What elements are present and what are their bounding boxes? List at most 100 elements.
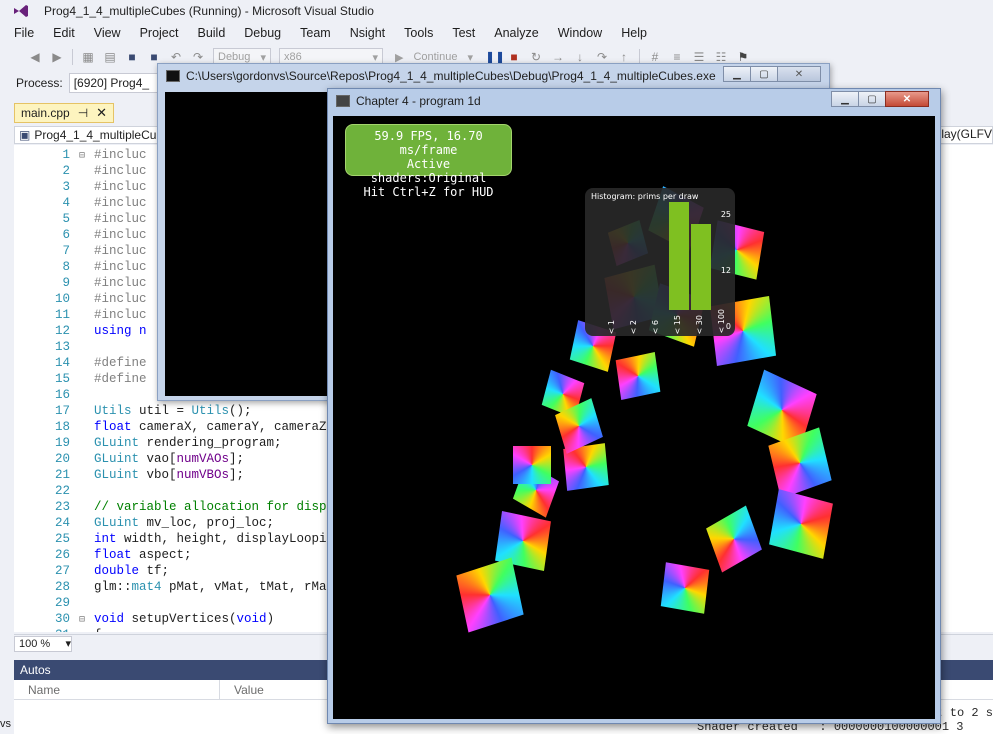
- code-token: #incluc: [94, 180, 147, 194]
- code-token: Utils: [191, 404, 230, 418]
- menu-analyze[interactable]: Analyze: [494, 26, 538, 40]
- zoom-value: 100 %: [19, 637, 51, 650]
- line-number: 4: [62, 196, 70, 210]
- break-all-icon[interactable]: ❚❚: [485, 50, 505, 64]
- step-into-icon[interactable]: ↓: [573, 50, 587, 64]
- line-number: 13: [54, 340, 70, 354]
- code-token: width, height, displayLoopi: [116, 532, 327, 546]
- gl-render-canvas[interactable]: 59.9 FPS, 16.70 ms/frame Active shaders:…: [333, 116, 935, 719]
- line-number: 11: [54, 308, 70, 322]
- process-select[interactable]: [6920] Prog4_: [68, 73, 159, 93]
- zoom-select[interactable]: 100 % ▾: [14, 635, 72, 652]
- code-token: #incluc: [94, 308, 147, 322]
- bookmark-icon[interactable]: ⚑: [736, 50, 750, 64]
- save-all-icon[interactable]: ■: [147, 50, 161, 64]
- line-number: 28: [54, 580, 70, 594]
- step-out-icon[interactable]: ↑: [617, 50, 631, 64]
- code-token: float: [94, 548, 132, 562]
- close-icon[interactable]: ✕: [885, 91, 929, 107]
- left-edge-text: vs: [0, 718, 11, 730]
- rendered-cube: [513, 446, 551, 484]
- chevron-down-icon: ▾: [260, 51, 266, 64]
- code-token: float: [94, 420, 132, 434]
- menu-build[interactable]: Build: [197, 26, 225, 40]
- menu-file[interactable]: File: [14, 26, 34, 40]
- solution-config-value: Debug: [218, 51, 251, 63]
- code-token: double: [94, 564, 140, 578]
- open-file-icon[interactable]: ▤: [103, 50, 117, 64]
- code-token: #incluc: [94, 292, 147, 306]
- cpp-project-icon: ▣: [19, 128, 31, 142]
- minimize-icon[interactable]: ▁: [831, 91, 859, 107]
- hud-hint: Hit Ctrl+Z for HUD: [363, 185, 494, 199]
- new-project-icon[interactable]: ▦: [81, 50, 95, 64]
- visual-studio-logo-icon: [14, 5, 28, 17]
- histogram-ymin: 0: [725, 322, 731, 331]
- tab-label: main.cpp: [21, 106, 70, 120]
- menu-edit[interactable]: Edit: [53, 26, 75, 40]
- redo-icon[interactable]: ↷: [191, 50, 205, 64]
- code-token: setupVertices(: [124, 612, 237, 626]
- stop-debugging-icon[interactable]: ■: [507, 50, 521, 64]
- save-icon[interactable]: ■: [125, 50, 139, 64]
- comment-out-icon[interactable]: ☰: [692, 50, 706, 64]
- code-token: numVBOs: [176, 468, 230, 482]
- code-token: GLuint: [94, 436, 140, 450]
- rendered-cube: [660, 562, 710, 614]
- close-icon[interactable]: ✕: [96, 105, 107, 121]
- project-scope-value: Prog4_1_4_multipleCu: [34, 128, 157, 142]
- hex-display-icon[interactable]: #: [648, 50, 662, 64]
- line-number: 19: [54, 436, 70, 450]
- line-number: 15: [54, 372, 70, 386]
- code-token: ];: [229, 452, 245, 466]
- line-number: 20: [54, 452, 70, 466]
- nsight-hud: 59.9 FPS, 16.70 ms/frame Active shaders:…: [345, 124, 512, 199]
- autos-col-name[interactable]: Name: [14, 680, 220, 699]
- code-token: #define: [94, 356, 147, 370]
- autos-col-value[interactable]: Value: [220, 680, 340, 699]
- rendered-cube: [615, 351, 661, 401]
- code-token: Utils: [94, 404, 132, 418]
- line-number: 31: [14, 627, 70, 632]
- step-over-icon[interactable]: ↷: [595, 50, 609, 64]
- histogram-tick-label: < 30: [695, 314, 704, 334]
- show-next-statement-icon[interactable]: →: [551, 50, 565, 64]
- line-number: 6: [62, 228, 70, 242]
- uncomment-icon[interactable]: ☷: [714, 50, 728, 64]
- line-number: 2: [62, 164, 70, 178]
- line-number: 8: [62, 260, 70, 274]
- back-icon[interactable]: ◀: [28, 50, 42, 64]
- tab-main-cpp[interactable]: main.cpp ⊣ ✕: [14, 103, 115, 123]
- undo-icon[interactable]: ↶: [169, 50, 183, 64]
- histogram-tick-label: < 6: [651, 319, 660, 334]
- histogram-ymax: 25: [720, 210, 731, 219]
- menu-nsight[interactable]: Nsight: [350, 26, 385, 40]
- chevron-down-icon: ▾: [372, 51, 378, 64]
- menu-window[interactable]: Window: [558, 26, 602, 40]
- maximize-icon[interactable]: ▢: [750, 66, 778, 82]
- pin-icon[interactable]: ⊣: [78, 106, 88, 120]
- maximize-icon[interactable]: ▢: [858, 91, 886, 107]
- close-icon[interactable]: ✕: [777, 66, 821, 82]
- gl-window[interactable]: Chapter 4 - program 1d ▁ ▢ ✕ 59.9 FPS, 1…: [327, 88, 941, 724]
- project-scope-select[interactable]: ▣ Prog4_1_4_multipleCu: [15, 128, 156, 142]
- code-token: cameraX, cameraY, cameraZ: [131, 420, 327, 434]
- code-token: ];: [229, 468, 245, 482]
- menu-help[interactable]: Help: [621, 26, 647, 40]
- menu-test[interactable]: Test: [452, 26, 475, 40]
- menu-debug[interactable]: Debug: [244, 26, 281, 40]
- menu-tools[interactable]: Tools: [404, 26, 433, 40]
- menu-view[interactable]: View: [94, 26, 121, 40]
- menu-project[interactable]: Project: [140, 26, 179, 40]
- vs-title-bar: Prog4_1_4_multipleCubes (Running) - Micr…: [0, 0, 993, 22]
- line-number: 14: [54, 356, 70, 370]
- code-token: tf;: [139, 564, 170, 578]
- line-number: 21: [54, 468, 70, 482]
- histogram-tick-label: < 2: [629, 319, 638, 334]
- menu-team[interactable]: Team: [300, 26, 331, 40]
- vs-window-title: Prog4_1_4_multipleCubes (Running) - Micr…: [44, 4, 374, 18]
- restart-icon[interactable]: ↻: [529, 50, 543, 64]
- minimize-icon[interactable]: ▁: [723, 66, 751, 82]
- forward-icon[interactable]: ▶: [50, 50, 64, 64]
- threads-icon[interactable]: ≡: [670, 50, 684, 64]
